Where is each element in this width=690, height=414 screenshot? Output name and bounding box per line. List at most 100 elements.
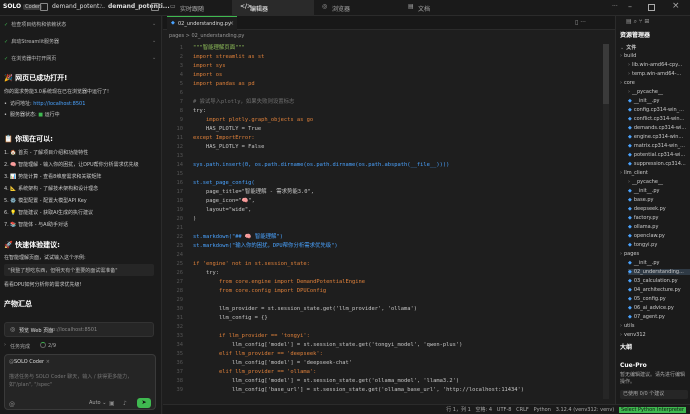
chat-input-box[interactable]: @SOLO Coder × 描述任务与 SOLO Coder 聊天，输入 / 获… xyxy=(4,354,156,410)
close-icon[interactable]: × xyxy=(229,20,234,27)
send-button[interactable]: ➤ xyxy=(137,398,151,408)
agent-chip[interactable]: @SOLO Coder × xyxy=(9,359,50,365)
tree-folder[interactable]: › pages xyxy=(620,251,639,257)
tree-section[interactable]: ⌄ 文件 xyxy=(620,44,636,51)
tree-file[interactable]: ◆ matrix.cp314-win_... xyxy=(628,143,685,149)
code-line[interactable]: 25 if 'engine' not in st.session_state: xyxy=(163,260,615,269)
code-line[interactable]: 39 llm_config['base_url'] = st.session_s… xyxy=(163,386,615,395)
minimize-icon[interactable]: – xyxy=(628,2,632,11)
sidebar-toggle-icon[interactable] xyxy=(40,3,48,11)
tree-file[interactable]: ◆ 04_architecture.py xyxy=(628,287,681,293)
code-line[interactable]: 7 # 尝试导入plotly，如果失败则设置标志 xyxy=(163,98,615,107)
code-line[interactable]: 21 xyxy=(163,224,615,233)
scroll-thumb[interactable] xyxy=(603,44,609,104)
code-line[interactable]: 3 import sys xyxy=(163,62,615,71)
code-line[interactable]: 38 llm_config['model'] = st.session_stat… xyxy=(163,377,615,386)
tree-folder[interactable]: › __pycache__ xyxy=(628,89,663,95)
close-icon[interactable]: × xyxy=(672,1,680,11)
code-line[interactable]: 10 HAS_PLOTLY = True xyxy=(163,125,615,134)
code-line[interactable]: 28 from core.config import DPUConfig xyxy=(163,287,615,296)
tree-folder[interactable]: › utils xyxy=(620,323,635,329)
tree-file[interactable]: ◆ __init__.py xyxy=(628,188,660,194)
project-name[interactable]: demand_potent... xyxy=(52,3,105,10)
code-line[interactable]: 1 """智能理解页面""" xyxy=(163,44,615,53)
editor-actions[interactable]: ▯ ··· xyxy=(575,19,586,26)
interpreter-select[interactable]: Select Python Interpreter xyxy=(619,407,686,413)
step-item[interactable]: ✓ 检查项目结构和依赖状态 ⌄ xyxy=(4,21,156,28)
tree-folder[interactable]: › core xyxy=(620,80,635,86)
file-tab[interactable]: ◆ 02_understanding.py × xyxy=(167,16,237,30)
cuepro-title[interactable]: Cue-Pro xyxy=(620,362,647,369)
step-item[interactable]: ✓ 在浏览器中打开网页 ⌄ xyxy=(4,55,156,62)
code-line[interactable]: 32 xyxy=(163,323,615,332)
tree-file[interactable]: ◆ ollama.py xyxy=(628,224,658,230)
code-line[interactable]: 14 sys.path.insert(0, os.path.dirname(os.… xyxy=(163,161,615,170)
maximize-icon[interactable] xyxy=(648,4,655,11)
code-line[interactable]: 29 xyxy=(163,296,615,305)
code-line[interactable]: 27 from core.engine import DemandPotenti… xyxy=(163,278,615,287)
mode-select[interactable]: Auto ⌄ xyxy=(89,400,106,406)
scrollbar[interactable] xyxy=(603,44,609,399)
panel-toggle-icon[interactable] xyxy=(151,3,159,11)
access-link[interactable]: http://localhost:8501 xyxy=(33,101,85,107)
outline-title[interactable]: 大纲 xyxy=(620,342,632,351)
tree-file[interactable]: ◆ __init__.py xyxy=(628,260,660,266)
code-line[interactable]: 23 st.markdown("输入你的困扰，DPU帮你分析需求优先级") xyxy=(163,242,615,251)
tab-editor[interactable]: </> 编辑器 xyxy=(232,0,314,16)
code-line[interactable]: 16 st.set_page_config( xyxy=(163,179,615,188)
tree-file[interactable]: ◆ conflict.cp314-win... xyxy=(628,116,684,122)
tree-file[interactable]: ◆ tongyi.py xyxy=(628,242,657,248)
more-icon[interactable]: ··· xyxy=(612,3,618,10)
tab-browser[interactable]: ◎ 浏览器 xyxy=(314,0,400,16)
tree-file[interactable]: ◆ __init__.py xyxy=(628,98,660,104)
code-line[interactable]: 5 import pandas as pd xyxy=(163,80,615,89)
tree-file[interactable]: ◆ base.py xyxy=(628,197,654,203)
code-line[interactable]: 31 llm_config = {} xyxy=(163,314,615,323)
code-line[interactable]: 24 xyxy=(163,251,615,260)
breadcrumb[interactable]: pages > 02_understanding.py xyxy=(169,33,244,39)
tree-folder[interactable]: › lib.win-amd64-cpy... xyxy=(628,62,682,68)
tree-file[interactable]: ◆ 06_ai_advice.py xyxy=(628,305,674,311)
step-item[interactable]: ✓ 启动Streamlit服务器 ⌄ xyxy=(4,38,156,45)
preview-card[interactable]: ◎ 预览 Web 页面 http://localhost:8501 xyxy=(4,322,154,337)
code-line[interactable]: 34 llm_config['model'] = st.session_stat… xyxy=(163,341,615,350)
tree-file[interactable]: ◆ potential.cp314-wi... xyxy=(628,152,685,158)
tree-file[interactable]: ◆ config.cp314-win_... xyxy=(628,107,684,113)
tree-folder[interactable]: › build xyxy=(620,53,636,59)
code-line[interactable]: 6 xyxy=(163,89,615,98)
code-line[interactable]: 19 layout="wide", xyxy=(163,206,615,215)
image-icon[interactable]: ▣ xyxy=(109,400,115,407)
tree-file[interactable]: ◆ 05_config.py xyxy=(628,296,666,302)
tree-file[interactable]: ◆ 02_understanding... xyxy=(628,269,690,275)
code-line[interactable]: 15 xyxy=(163,170,615,179)
status-items[interactable]: 行 1，列 1 空格: 4 UTF-8 CRLF Python 3.12.4 (… xyxy=(446,406,686,413)
code-line[interactable]: 9 import plotly.graph_objects as go xyxy=(163,116,615,125)
tree-file[interactable]: ◆ deepseek.py xyxy=(628,206,666,212)
code-line[interactable]: 26 try: xyxy=(163,269,615,278)
explorer-toolbar[interactable]: ▤ ⌕ ⑂ ⊞ xyxy=(626,18,649,26)
tree-file[interactable]: ◆ 03_calculation.py xyxy=(628,278,678,284)
mic-icon[interactable]: ♪ xyxy=(123,400,127,407)
tree-file[interactable]: ◆ factory.py xyxy=(628,215,658,221)
tree-folder[interactable]: › __pycache__ xyxy=(628,179,663,185)
code-line[interactable]: 11 except ImportError: xyxy=(163,134,615,143)
tab-docs[interactable]: ▤ 文档 xyxy=(400,0,470,16)
tree-folder[interactable]: › llm_client xyxy=(620,170,648,176)
code-line[interactable]: 36 llm_config['model'] = 'deepseek-chat' xyxy=(163,359,615,368)
code-line[interactable]: 13 xyxy=(163,152,615,161)
code-line[interactable]: 37 elif llm_provider == 'ollama': xyxy=(163,368,615,377)
tree-file[interactable]: ◆ engine.cp314-win... xyxy=(628,134,683,140)
tree-folder[interactable]: › temp.win-amd64-... xyxy=(628,71,681,77)
tree-file[interactable]: ◆ 07_agent.py xyxy=(628,314,665,320)
at-icon[interactable]: @ xyxy=(9,401,15,408)
code-line[interactable]: 12 HAS_PLOTLY = False xyxy=(163,143,615,152)
tree-file[interactable]: ◆ suppression.cp314... xyxy=(628,161,686,167)
code-line[interactable]: 17 page_title="智能理解 - 需求势能3.0", xyxy=(163,188,615,197)
code-line[interactable]: 35 elif llm_provider == 'deepseek': xyxy=(163,350,615,359)
code-area[interactable]: 1 """智能理解页面""" 2 import streamlit as st 3 imp… xyxy=(163,44,615,404)
project-name-secondary[interactable]: demand_potenti... xyxy=(108,3,170,10)
code-line[interactable]: 18 page_icon="🧠", xyxy=(163,197,615,206)
task-status[interactable]: › 任务完成 2/9 xyxy=(4,341,154,351)
tree-file[interactable]: ◆ demands.cp314-wi... xyxy=(628,125,686,131)
cuepro-usage[interactable]: 已使用 0/0 个建议 xyxy=(620,390,688,399)
